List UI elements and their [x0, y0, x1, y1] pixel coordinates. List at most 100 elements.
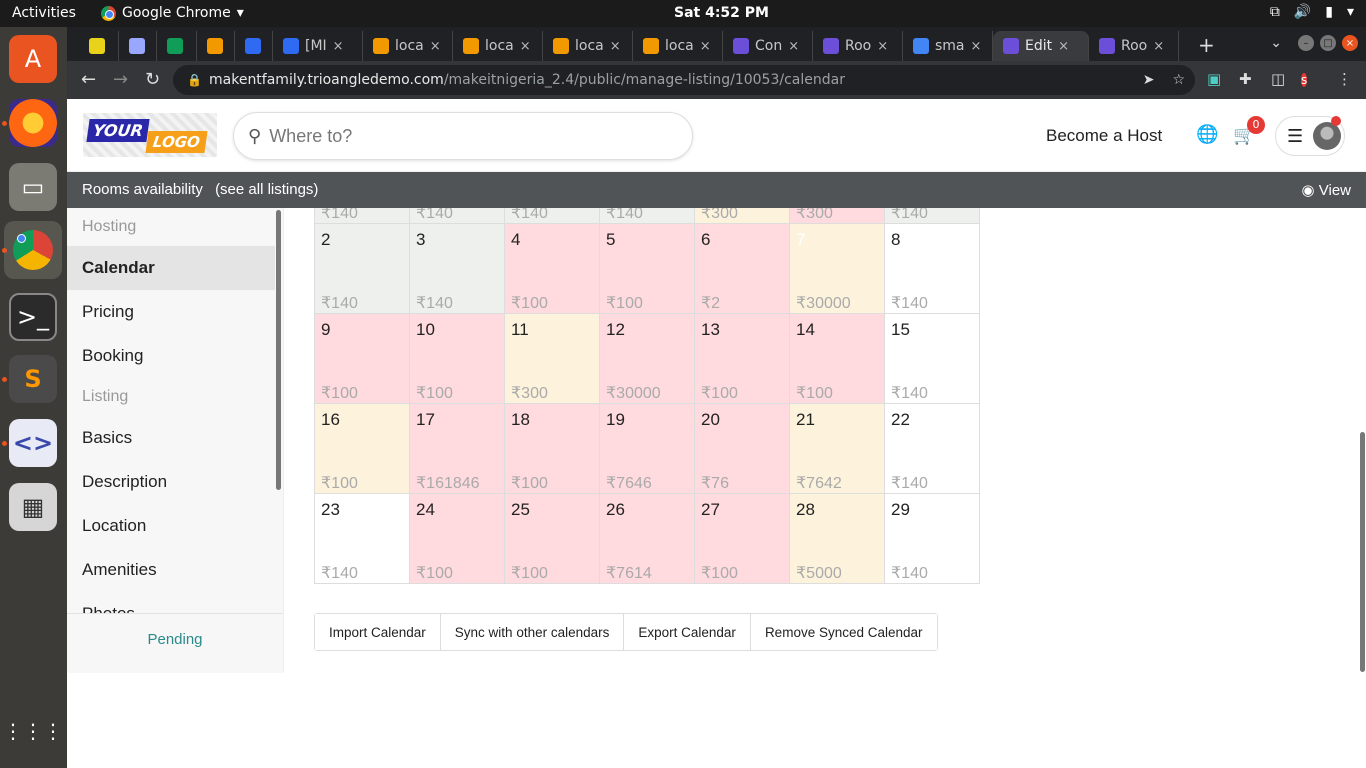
calendar-day-cell[interactable]: 14 ₹100 — [790, 314, 885, 404]
sync-calendars-button[interactable]: Sync with other calendars — [440, 614, 625, 650]
files-icon[interactable]: ▭ — [9, 163, 57, 211]
calendar-day-cell[interactable]: 27 ₹100 — [695, 494, 790, 584]
browser-tab[interactable] — [235, 31, 273, 61]
calendar-day-cell[interactable]: 8 ₹140 — [885, 224, 980, 314]
extension-icon[interactable]: ▣ — [1207, 70, 1221, 88]
calendar-day-cell[interactable]: 25 ₹100 — [505, 494, 600, 584]
tab-close-icon[interactable]: × — [610, 39, 621, 54]
calendar-day-cell[interactable]: 28 ₹5000 — [790, 494, 885, 584]
globe-icon[interactable]: 🌐 — [1196, 124, 1218, 145]
software-center-icon[interactable]: A — [9, 35, 57, 83]
remove-synced-calendar-button[interactable]: Remove Synced Calendar — [750, 614, 937, 650]
side-panel-icon[interactable]: ◫ — [1271, 70, 1285, 88]
tab-close-icon[interactable]: × — [520, 39, 531, 54]
calendar-day-cell[interactable]: ₹140 — [410, 208, 505, 224]
calendar-day-cell[interactable]: ₹140 — [600, 208, 695, 224]
calendar-day-cell[interactable]: ₹300 — [695, 208, 790, 224]
browser-tab[interactable]: [MI × — [273, 31, 363, 61]
browser-tab[interactable]: sma × — [903, 31, 993, 61]
calendar-day-cell[interactable]: 11 ₹300 — [505, 314, 600, 404]
calendar-day-cell[interactable]: 26 ₹7614 — [600, 494, 695, 584]
kebab-menu-icon[interactable]: ⋮ — [1337, 70, 1352, 88]
view-link[interactable]: ◉ View — [1301, 181, 1351, 199]
calendar-day-cell[interactable]: 23 ₹140 — [315, 494, 410, 584]
calendar-day-cell[interactable]: 16 ₹100 — [315, 404, 410, 494]
import-calendar-button[interactable]: Import Calendar — [315, 614, 441, 650]
tab-close-icon[interactable]: × — [1153, 39, 1164, 54]
calendar-day-cell[interactable]: 6 ₹2 — [695, 224, 790, 314]
browser-tab[interactable]: Roo × — [813, 31, 903, 61]
site-logo[interactable]: YOUR LOGO — [83, 113, 217, 157]
become-host-link[interactable]: Become a Host — [1046, 126, 1162, 146]
page-scrollbar[interactable] — [1360, 432, 1365, 672]
browser-tab[interactable]: Roo × — [1089, 31, 1179, 61]
see-all-listings-link[interactable]: (see all listings) — [215, 181, 318, 198]
send-icon[interactable]: ➤ — [1143, 65, 1155, 95]
tab-close-icon[interactable]: × — [430, 39, 441, 54]
maximize-button[interactable]: □ — [1320, 35, 1336, 51]
sublime-text-icon[interactable]: S — [9, 355, 57, 403]
tab-close-icon[interactable]: × — [877, 39, 888, 54]
chrome-dock-icon[interactable] — [4, 221, 62, 279]
calendar-day-cell[interactable]: 21 ₹7642 — [790, 404, 885, 494]
sidebar-item-pricing[interactable]: Pricing — [67, 290, 275, 334]
browser-tab[interactable]: loca × — [633, 31, 723, 61]
clock[interactable]: Sat 4:52 PM — [674, 5, 769, 21]
calendar-day-cell[interactable]: 13 ₹100 — [695, 314, 790, 404]
calendar-day-cell[interactable]: ₹140 — [505, 208, 600, 224]
sidebar-item-calendar[interactable]: Calendar — [67, 246, 275, 290]
calendar-day-cell[interactable]: 15 ₹140 — [885, 314, 980, 404]
browser-tab[interactable] — [197, 31, 235, 61]
search-input[interactable] — [269, 125, 650, 147]
code-editor-icon[interactable]: <> — [9, 419, 57, 467]
sidebar-item-photos[interactable]: Photos — [67, 592, 275, 613]
tab-close-icon[interactable]: × — [700, 39, 711, 54]
tab-close-icon[interactable]: × — [788, 39, 799, 54]
sidebar-item-description[interactable]: Description — [67, 460, 275, 504]
tab-close-icon[interactable]: × — [1058, 39, 1069, 54]
sidebar-scrollbar[interactable] — [276, 210, 281, 490]
tab-search-icon[interactable]: ⌄ — [1270, 35, 1282, 51]
user-menu-button[interactable]: ☰ — [1275, 116, 1345, 156]
activities-button[interactable]: Activities — [12, 5, 76, 21]
bookmark-star-icon[interactable]: ☆ — [1172, 65, 1185, 95]
calendar-day-cell[interactable]: ₹140 — [885, 208, 980, 224]
calendar-day-cell[interactable]: 7 ₹30000 — [790, 224, 885, 314]
forward-button[interactable]: → — [113, 69, 128, 90]
new-tab-button[interactable]: + — [1198, 33, 1215, 57]
system-tray[interactable]: ⧉ 🔊 ▮ ▾ — [1270, 4, 1354, 20]
browser-tab[interactable]: Edit × — [993, 31, 1089, 61]
close-button[interactable]: × — [1342, 35, 1358, 51]
calendar-day-cell[interactable]: 17 ₹161846 — [410, 404, 505, 494]
export-calendar-button[interactable]: Export Calendar — [624, 614, 751, 650]
calendar-day-cell[interactable]: 4 ₹100 — [505, 224, 600, 314]
sidebar-item-location[interactable]: Location — [67, 504, 275, 548]
profile-avatar[interactable]: s — [1301, 69, 1308, 91]
show-apps-icon[interactable]: ⋮⋮⋮ — [3, 707, 63, 755]
calendar-day-cell[interactable]: ₹140 — [315, 208, 410, 224]
calculator-icon[interactable]: ▦ — [9, 483, 57, 531]
reload-button[interactable]: ↻ — [145, 69, 160, 90]
calendar-day-cell[interactable]: 10 ₹100 — [410, 314, 505, 404]
calendar-day-cell[interactable]: 22 ₹140 — [885, 404, 980, 494]
calendar-day-cell[interactable]: 5 ₹100 — [600, 224, 695, 314]
minimize-button[interactable]: – — [1298, 35, 1314, 51]
browser-tab[interactable] — [79, 31, 119, 61]
sidebar-item-booking[interactable]: Booking — [67, 334, 275, 378]
calendar-day-cell[interactable]: 3 ₹140 — [410, 224, 505, 314]
calendar-day-cell[interactable]: 2 ₹140 — [315, 224, 410, 314]
calendar-day-cell[interactable]: 19 ₹7646 — [600, 404, 695, 494]
tab-close-icon[interactable]: × — [333, 39, 344, 54]
browser-tab[interactable] — [157, 31, 197, 61]
search-box[interactable]: ⚲ — [233, 112, 693, 160]
sidebar-item-basics[interactable]: Basics — [67, 416, 275, 460]
firefox-icon[interactable] — [9, 99, 57, 147]
app-menu[interactable]: Google Chrome ▾ — [101, 5, 244, 21]
terminal-icon[interactable]: >_ — [9, 293, 57, 341]
calendar-day-cell[interactable]: 12 ₹30000 — [600, 314, 695, 404]
back-button[interactable]: ← — [81, 69, 96, 90]
calendar-day-cell[interactable]: ₹300 — [790, 208, 885, 224]
calendar-day-cell[interactable]: 20 ₹76 — [695, 404, 790, 494]
browser-tab[interactable]: loca × — [453, 31, 543, 61]
browser-tab[interactable]: loca × — [363, 31, 453, 61]
